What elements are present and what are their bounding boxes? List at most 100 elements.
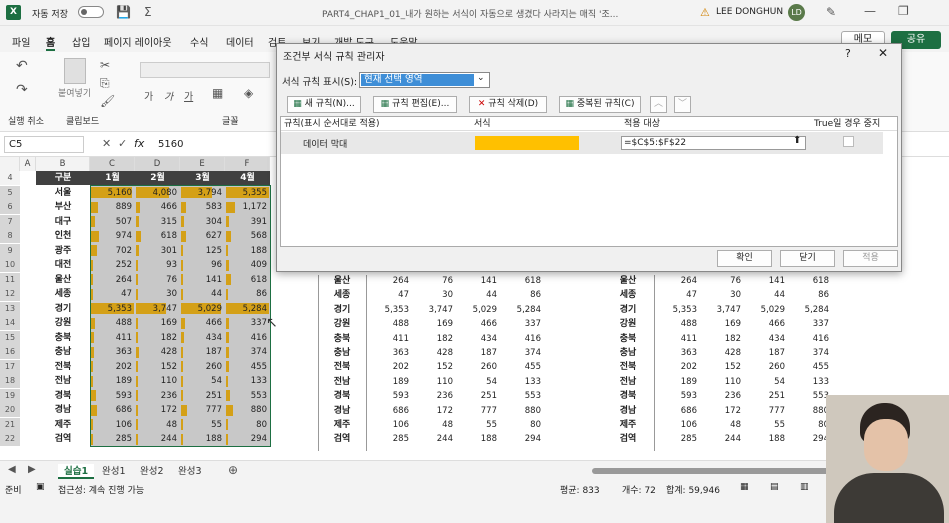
data-cell[interactable]: 236 [700,389,744,403]
data-cell[interactable]: 172 [700,404,744,418]
row-number[interactable]: 14 [0,316,20,330]
data-cell[interactable]: 244 [700,432,744,446]
data-cell[interactable]: 251 [456,389,500,403]
row-number[interactable]: 17 [0,359,20,374]
data-cell[interactable]: 466 [744,317,788,331]
data-cell[interactable]: 618 [225,273,270,287]
column-header-f[interactable]: F [225,157,270,171]
cancel-icon[interactable]: ✕ [102,137,111,150]
data-cell[interactable]: 55 [180,418,225,432]
data-cell[interactable]: 187 [180,345,225,359]
data-cell[interactable]: 188 [456,432,500,446]
data-cell[interactable]: 466 [456,317,500,331]
page-layout-view-icon[interactable]: ▤ [770,482,779,492]
underline-icon[interactable]: 가 [184,88,193,103]
data-cell[interactable]: 3,747 [700,303,744,317]
data-cell[interactable]: 777 [456,404,500,418]
row-number[interactable]: 13 [0,301,20,316]
data-cell[interactable]: 455 [788,360,832,374]
normal-view-icon[interactable]: ▦ [740,482,749,492]
help-icon[interactable]: ? [845,47,851,60]
data-cell[interactable]: 363 [368,346,412,360]
minimize-icon[interactable]: — [864,4,876,18]
data-cell[interactable]: 285 [90,432,135,446]
data-cell[interactable]: 106 [90,418,135,432]
restore-icon[interactable]: ❐ [898,4,909,18]
data-cell[interactable]: 172 [135,403,180,417]
data-cell[interactable]: 264 [90,273,135,287]
tab-sheet-2[interactable]: 완성1 [96,464,132,479]
data-cell[interactable]: 455 [500,360,544,374]
italic-icon[interactable]: 가 [164,88,173,103]
data-cell[interactable]: 618 [500,274,544,288]
data-cell[interactable]: 189 [90,374,135,388]
row-number[interactable]: 6 [0,200,20,214]
rules-list[interactable]: 규칙(표시 순서대로 적용) 서식 적용 대상 True일 경우 중지 데이터 … [280,116,898,247]
data-cell[interactable]: 434 [456,332,500,346]
data-cell[interactable]: 488 [90,316,135,330]
apply-button[interactable]: 적용 [843,250,898,267]
data-cell[interactable]: 47 [656,288,700,302]
fill-color-icon[interactable]: ◈ [244,86,253,100]
data-cell[interactable]: 202 [368,360,412,374]
data-cell[interactable]: 391 [225,215,270,229]
data-cell[interactable]: 411 [90,331,135,345]
data-cell[interactable]: 133 [225,374,270,388]
move-up-button[interactable]: ︿ [650,96,667,113]
data-cell[interactable]: 337 [225,316,270,330]
data-cell[interactable]: 260 [180,360,225,374]
data-cell[interactable]: 86 [500,288,544,302]
data-cell[interactable]: 86 [788,288,832,302]
data-cell[interactable]: 187 [456,346,500,360]
prev-sheet-icon[interactable]: ◀ [8,464,16,475]
ok-button[interactable]: 확인 [717,250,772,267]
data-cell[interactable]: 110 [412,375,456,389]
data-cell[interactable]: 434 [180,331,225,345]
row-number[interactable]: 19 [0,388,20,403]
data-cell[interactable]: 337 [788,317,832,331]
data-cell[interactable]: 141 [456,274,500,288]
enter-icon[interactable]: ✓ [118,137,127,150]
data-cell[interactable]: 54 [744,375,788,389]
data-cell[interactable]: 264 [656,274,700,288]
row-number[interactable]: 11 [0,272,20,287]
row-number[interactable]: 18 [0,374,20,388]
data-cell[interactable]: 5,353 [656,303,700,317]
data-cell[interactable]: 106 [368,418,412,432]
data-cell[interactable]: 189 [656,375,700,389]
data-cell[interactable]: 172 [412,404,456,418]
data-cell[interactable]: 294 [500,432,544,446]
data-cell[interactable]: 30 [135,287,180,301]
data-cell[interactable]: 44 [744,288,788,302]
edit-rule-button[interactable]: ▦ 규칙 편집(E)... [373,96,457,113]
select-all-corner[interactable] [0,157,20,171]
row-number[interactable]: 8 [0,229,20,243]
data-cell[interactable]: 80 [500,418,544,432]
data-cell[interactable]: 880 [500,404,544,418]
data-cell[interactable]: 169 [135,316,180,330]
data-cell[interactable]: 593 [656,389,700,403]
delete-rule-button[interactable]: ✕ 규칙 삭제(D) [469,96,547,113]
row-number[interactable]: 20 [0,403,20,417]
data-cell[interactable]: 593 [90,389,135,403]
add-sheet-icon[interactable]: ⊕ [228,463,238,477]
stop-if-true-checkbox[interactable] [843,136,854,147]
row-number[interactable]: 15 [0,330,20,345]
tab-sheet-3[interactable]: 완성2 [134,464,170,479]
data-cell[interactable]: 428 [412,346,456,360]
data-cell[interactable]: 244 [412,432,456,446]
data-cell[interactable]: 3,794 [180,186,225,200]
move-down-button[interactable]: ﹀ [674,96,691,113]
data-cell[interactable]: 54 [180,374,225,388]
data-cell[interactable]: 627 [180,229,225,243]
column-header-e[interactable]: E [180,157,225,171]
data-cell[interactable]: 416 [500,332,544,346]
menu-insert[interactable]: 삽입 [72,34,90,49]
data-cell[interactable]: 301 [135,244,180,258]
rule-row[interactable]: 데이터 막대 =$C$5:$F$22 ⬆ [281,132,883,154]
row-number[interactable]: 16 [0,345,20,359]
data-cell[interactable]: 5,355 [225,186,270,200]
data-cell[interactable]: 1,172 [225,200,270,214]
data-cell[interactable]: 686 [656,404,700,418]
data-cell[interactable]: 169 [412,317,456,331]
